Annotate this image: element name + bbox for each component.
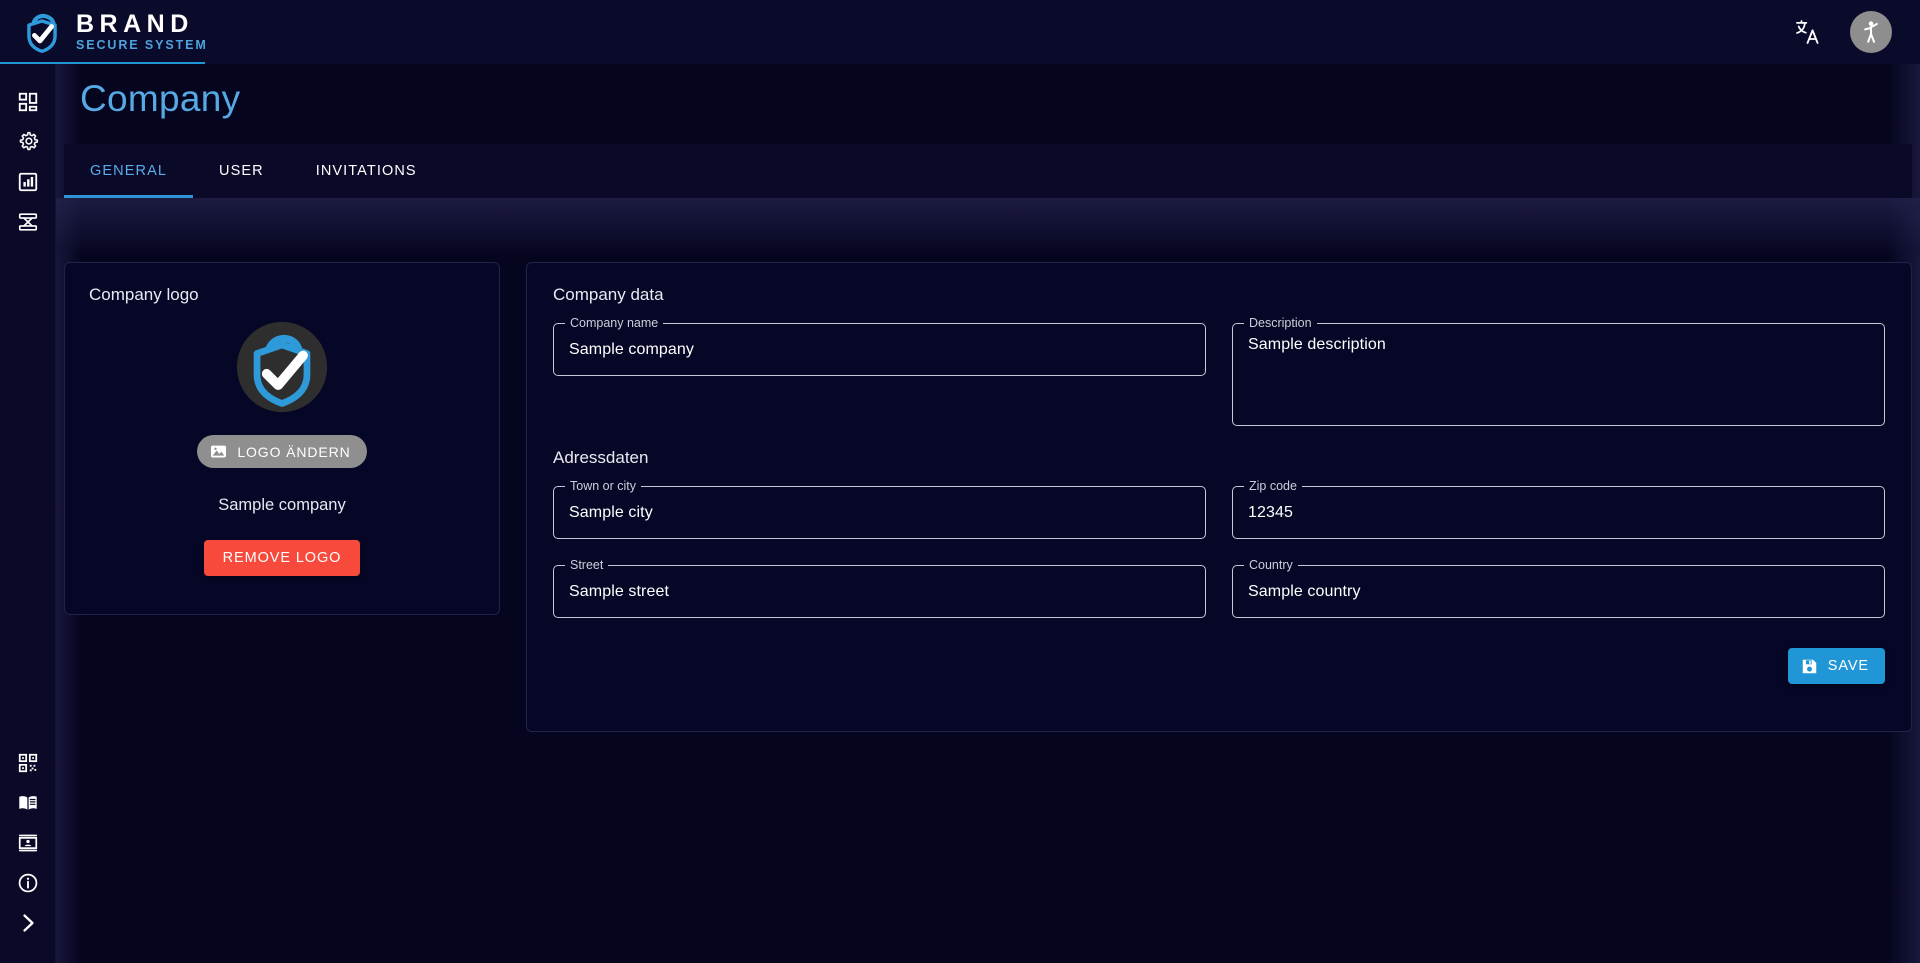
sidebar-expand-button[interactable] (0, 903, 56, 943)
sidebar-item-reports[interactable] (0, 162, 56, 202)
topbar-accent-line (0, 62, 205, 64)
topbar-actions (1788, 11, 1892, 53)
image-icon (211, 445, 227, 458)
street-label: Street (565, 558, 609, 572)
sidebar-item-qr-code[interactable] (0, 743, 56, 783)
change-logo-label: LOGO ÄNDERN (237, 443, 351, 460)
save-label: SAVE (1827, 658, 1869, 674)
logo-area: LOGO ÄNDERN Sample company REMOVE LOGO (65, 319, 499, 576)
save-floppy-icon (1802, 659, 1817, 673)
town-or-city-label: Town or city (565, 479, 641, 493)
logo-company-name: Sample company (218, 496, 346, 514)
town-or-city-value: Sample city (569, 503, 653, 521)
tab-invitations[interactable]: INVITATIONS (290, 144, 443, 198)
brand-name: BRAND (76, 9, 194, 38)
sidebar-item-contacts[interactable] (0, 823, 56, 863)
contact-card-icon (18, 834, 37, 852)
description-value: Sample description (1248, 336, 1386, 353)
network-topology-icon (18, 213, 37, 231)
translate-icon (1796, 20, 1819, 44)
description-label: Description (1244, 316, 1317, 330)
address-row-1: Town or city Sample city Zip code 12345 (553, 479, 1885, 539)
tab-user[interactable]: USER (193, 144, 290, 198)
company-data-card: Company data Company name Sample company… (526, 262, 1912, 732)
street-value: Sample street (569, 582, 670, 600)
zip-code-field[interactable]: Zip code 12345 (1232, 479, 1885, 539)
shield-check-logo-icon (27, 13, 57, 53)
sidebar-item-info[interactable] (0, 863, 56, 903)
remove-logo-button[interactable]: REMOVE LOGO (203, 540, 361, 576)
country-label: Country (1244, 558, 1298, 572)
left-sidebar (0, 64, 56, 963)
company-name-value: Sample company (569, 340, 695, 358)
street-field[interactable]: Street Sample street (553, 558, 1206, 618)
bar-chart-icon (18, 172, 37, 192)
accessibility-button[interactable] (1850, 11, 1892, 53)
chevron-right-icon (22, 914, 34, 932)
main-content: Company GENERAL USER INVITATIONS Company… (56, 64, 1920, 963)
sidebar-top-group (0, 82, 56, 242)
address-data-heading: Adressdaten (553, 448, 649, 467)
info-circle-icon (18, 873, 37, 893)
save-row: SAVE (553, 648, 1885, 684)
change-logo-button[interactable]: LOGO ÄNDERN (197, 435, 367, 468)
translate-icon-button[interactable] (1788, 12, 1828, 52)
tab-general[interactable]: GENERAL (64, 144, 193, 198)
brand-subtitle: SECURE SYSTEM (76, 38, 208, 53)
sidebar-item-settings[interactable] (0, 122, 56, 162)
address-row-2: Street Sample street Country Sample coun… (553, 558, 1885, 618)
sidebar-item-network[interactable] (0, 202, 56, 242)
company-name-label: Company name (565, 316, 664, 330)
company-data-heading: Company data (553, 285, 664, 304)
description-field[interactable]: Description Sample description (1232, 316, 1885, 426)
company-logo-heading: Company logo (89, 285, 199, 304)
gear-icon (19, 131, 38, 151)
row-spacer (553, 539, 1885, 565)
company-logo-card: Company logo LOGO ÄNDERN Sample company … (64, 262, 500, 615)
zip-code-value: 12345 (1248, 503, 1293, 521)
save-button[interactable]: SAVE (1787, 648, 1885, 684)
dashboard-grid-icon (18, 92, 37, 112)
brand-logo[interactable]: BRAND SECURE SYSTEM (20, 10, 208, 54)
panels-container: Company logo LOGO ÄNDERN Sample company … (64, 262, 1912, 732)
zip-code-label: Zip code (1244, 479, 1302, 493)
sidebar-bottom-group (0, 743, 56, 943)
town-or-city-field[interactable]: Town or city Sample city (553, 479, 1206, 539)
country-value: Sample country (1248, 582, 1361, 600)
company-data-row: Company name Sample company Description … (553, 316, 1885, 426)
content-separator-band (56, 198, 1920, 254)
sidebar-item-documentation[interactable] (0, 783, 56, 823)
country-field[interactable]: Country Sample country (1232, 558, 1885, 618)
top-bar: BRAND SECURE SYSTEM (0, 0, 1920, 64)
tab-bar: GENERAL USER INVITATIONS (64, 144, 1912, 198)
accessibility-icon (1864, 21, 1878, 43)
qr-code-icon (18, 753, 37, 773)
company-logo-image (236, 321, 328, 413)
company-name-field[interactable]: Company name Sample company (553, 316, 1206, 376)
book-icon (18, 796, 37, 810)
sidebar-item-dashboard[interactable] (0, 82, 56, 122)
page-title: Company (80, 78, 241, 119)
